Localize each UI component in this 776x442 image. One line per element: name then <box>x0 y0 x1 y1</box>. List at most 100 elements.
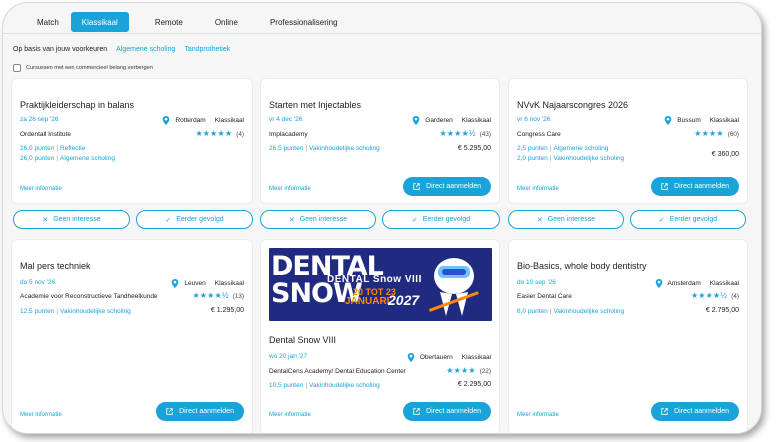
points-category: Vakinhoudelijke scholing <box>309 382 380 389</box>
followed-before-button[interactable]: ✓ Eerder gevolgd <box>136 210 253 229</box>
commercial-filter-label: Cursussen met een commercieel belang ver… <box>26 65 153 71</box>
rating-stars-icon: ★★★★½ <box>192 291 229 300</box>
location-name: Obertauern <box>419 354 453 361</box>
course-banner-image[interactable]: DENTAL SNOW DENTAL Snow VIII 20 TOT 23 J… <box>269 248 492 321</box>
followed-before-button[interactable]: ✓ Eerder gevolgd <box>630 210 746 229</box>
location-name: Rotterdam <box>175 117 206 124</box>
more-info-link[interactable]: Meer informatie <box>517 412 559 418</box>
tab-match[interactable]: Match <box>3 12 71 32</box>
course-date: do 10 sep '26 <box>517 279 556 286</box>
course-organizer: Congress Care <box>517 131 561 138</box>
no-interest-label: Geen interesse <box>53 216 101 223</box>
external-link-icon <box>413 408 420 415</box>
direct-register-label: Direct aanmelden <box>674 183 729 190</box>
direct-register-label: Direct aanmelden <box>426 183 481 190</box>
external-link-icon <box>166 408 173 415</box>
no-interest-button[interactable]: ✕ Geen interesse <box>508 210 624 229</box>
review-count: (4) <box>731 292 739 300</box>
course-title[interactable]: Dental Snow VIII <box>269 335 336 345</box>
course-type: Klassikaal <box>709 117 739 124</box>
course-date: do 5 nov '26 <box>20 279 56 286</box>
followed-before-button[interactable]: ✓ Eerder gevolgd <box>382 210 500 229</box>
more-info-link[interactable]: Meer informatie <box>20 186 62 192</box>
course-date: za 26 sep '26 <box>20 116 59 123</box>
course-card: DENTAL SNOW DENTAL Snow VIII 20 TOT 23 J… <box>260 239 500 433</box>
course-type: Klassikaal <box>214 280 244 287</box>
course-title[interactable]: Starten met Injectables <box>269 100 361 110</box>
rating-stars-icon: ★★★★½ <box>439 129 476 138</box>
location-pin-icon <box>407 353 415 362</box>
close-icon: ✕ <box>536 216 543 224</box>
direct-register-button[interactable]: Direct aanmelden <box>403 402 491 421</box>
external-link-icon <box>413 183 420 190</box>
course-title[interactable]: Bio-Basics, whole body dentistry <box>517 261 647 271</box>
course-price: € 2.295,00 <box>457 381 491 388</box>
course-date: vr 6 nov '26 <box>517 116 551 123</box>
banner-month: JANUARI <box>345 296 390 307</box>
direct-register-button[interactable]: Direct aanmelden <box>651 177 739 196</box>
more-info-link[interactable]: Meer informatie <box>269 412 311 418</box>
points-value: 2,0 punten <box>517 155 548 162</box>
points-line: 26,5 punten | Vakinhoudelijke scholing <box>269 145 380 152</box>
preference-link-tandprothetiek[interactable]: Tandprothetiek <box>184 46 230 53</box>
course-card: Bio-Basics, whole body dentistry do 10 s… <box>508 239 748 433</box>
course-organizer: Implacademy <box>269 131 308 138</box>
tab-klassikaal[interactable]: Klassikaal <box>70 12 129 32</box>
no-interest-button[interactable]: ✕ Geen interesse <box>13 210 130 229</box>
banner-year: 2027 <box>388 292 420 308</box>
tab-remote[interactable]: Remote <box>145 12 193 32</box>
course-points: 12,5 punten | Vakinhoudelijke scholing <box>20 307 131 317</box>
points-category: Reflectie <box>60 145 86 152</box>
direct-register-label: Direct aanmelden <box>674 408 729 415</box>
course-price: € 2.795,00 <box>705 307 739 314</box>
commercial-checkbox[interactable] <box>13 64 21 72</box>
course-title[interactable]: NVvK Najaarscongres 2026 <box>517 100 628 110</box>
points-category: Algemene scholing <box>553 145 609 152</box>
points-line: 2,0 punten | Vakinhoudelijke scholing <box>517 155 625 162</box>
course-title[interactable]: Mal pers techniek <box>20 261 91 271</box>
followed-before-label: Eerder gevolgd <box>422 216 471 223</box>
points-line: 10,5 punten | Vakinhoudelijke scholing <box>269 382 380 389</box>
preference-link-algemene-scholing[interactable]: Algemene scholing <box>116 46 175 53</box>
rating-stars-icon: ★★★★ <box>446 366 476 375</box>
check-icon: ✓ <box>658 216 665 224</box>
tab-professionalisering[interactable]: Professionalisering <box>260 12 348 32</box>
course-type: Klassikaal <box>709 280 739 287</box>
no-interest-button[interactable]: ✕ Geen interesse <box>260 210 376 229</box>
location-pin-icon <box>664 116 672 125</box>
points-category: Vakinhoudelijke scholing <box>553 308 625 315</box>
more-info-link[interactable]: Meer informatie <box>269 186 311 192</box>
commercial-filter[interactable]: Cursussen met een commercieel belang ver… <box>13 64 153 72</box>
review-count: (13) <box>232 292 244 300</box>
points-line: 26,0 punten | Algemene scholing <box>20 155 115 162</box>
direct-register-button[interactable]: Direct aanmelden <box>403 177 491 196</box>
course-date: wo 20 jan '27 <box>269 353 308 360</box>
no-interest-label: Geen interesse <box>299 216 348 223</box>
more-info-link[interactable]: Meer informatie <box>20 412 62 418</box>
course-location: Leuven Klassikaal <box>171 279 244 288</box>
followed-before-label: Eerder gevolgd <box>669 216 718 223</box>
direct-register-label: Direct aanmelden <box>179 408 234 415</box>
direct-register-button[interactable]: Direct aanmelden <box>651 402 739 421</box>
points-value: 26,0 punten <box>20 145 55 152</box>
course-rating: ★★★★½ (43) <box>439 130 491 138</box>
course-organizer: Ordentall Institute <box>20 131 71 138</box>
tab-bar: Match Klassikaal Remote Online Professio… <box>3 11 348 33</box>
review-count: (22) <box>479 367 491 375</box>
course-points: 8,0 punten | Vakinhoudelijke scholing <box>517 307 624 317</box>
rating-stars-icon: ★★★★★ <box>195 129 233 138</box>
course-price: € 1.295,00 <box>210 307 244 314</box>
mascot-tooth-icon <box>428 258 479 316</box>
course-title[interactable]: Praktijkleiderschap in balans <box>20 100 134 110</box>
more-info-link[interactable]: Meer informatie <box>517 186 559 192</box>
location-name: Garderen <box>425 117 453 124</box>
app-frame: Match Klassikaal Remote Online Professio… <box>2 2 762 434</box>
course-price: € 360,00 <box>711 151 739 158</box>
course-type: Klassikaal <box>461 354 491 361</box>
tab-online[interactable]: Online <box>205 12 248 32</box>
points-line: 8,0 punten | Vakinhoudelijke scholing <box>517 308 625 315</box>
location-pin-icon <box>163 116 170 125</box>
points-category: Vakinhoudelijke scholing <box>553 155 625 162</box>
course-card: NVvK Najaarscongres 2026 vr 6 nov '26 Bu… <box>508 78 748 204</box>
direct-register-button[interactable]: Direct aanmelden <box>156 402 244 421</box>
